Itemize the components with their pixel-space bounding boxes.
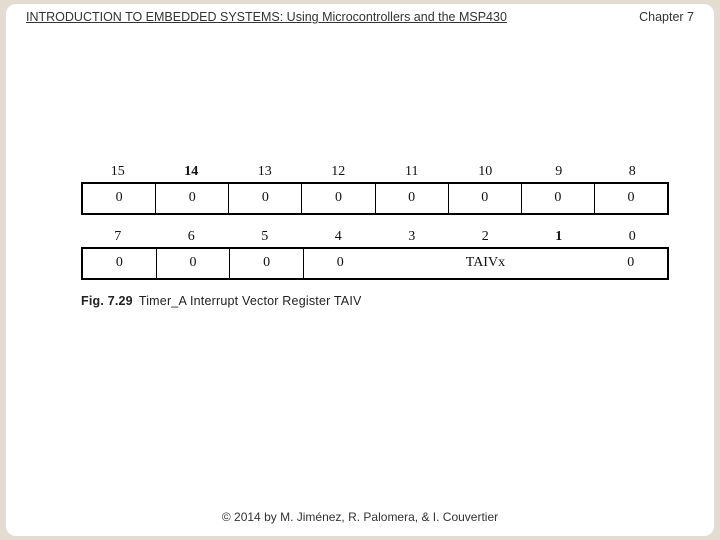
bit-value: 0 (155, 184, 228, 213)
figure-caption: Fig. 7.29 Timer_A Interrupt Vector Regist… (81, 294, 669, 308)
bit-label: 9 (522, 164, 596, 180)
register-figure: 15 14 13 12 11 10 9 8 0 0 0 0 0 0 0 0 7 … (81, 164, 669, 308)
copyright-text: © 2014 by M. Jiménez, R. Palomera, & I. … (222, 510, 498, 524)
bit-label: 14 (155, 164, 229, 180)
bit-label: 6 (155, 229, 229, 245)
upper-bit-values: 0 0 0 0 0 0 0 0 (81, 182, 669, 215)
bit-value: 0 (448, 184, 521, 213)
bit-label: 8 (596, 164, 670, 180)
bit-label: 11 (375, 164, 449, 180)
bit-value: 0 (594, 184, 667, 213)
chapter-label: Chapter 7 (639, 10, 694, 24)
bit-value: 0 (301, 184, 374, 213)
bit-label: 0 (596, 229, 670, 245)
bit-label: 2 (449, 229, 523, 245)
bit-label: 7 (81, 229, 155, 245)
row-gap (81, 215, 669, 229)
figure-caption-text: Timer_A Interrupt Vector Register TAIV (139, 294, 362, 308)
bit-value: 0 (228, 184, 301, 213)
slide-page: INTRODUCTION TO EMBEDDED SYSTEMS: Using … (6, 4, 714, 536)
slide-header: INTRODUCTION TO EMBEDDED SYSTEMS: Using … (26, 10, 694, 24)
bit-value: 0 (156, 249, 230, 278)
bit-value: 0 (83, 184, 155, 213)
bit-label: 10 (449, 164, 523, 180)
lower-bit-values: 0 0 0 0 TAIVx 0 (81, 247, 669, 280)
bit-value: 0 (83, 249, 156, 278)
upper-bit-labels: 15 14 13 12 11 10 9 8 (81, 164, 669, 180)
bit-value: 0 (303, 249, 377, 278)
bit-label: 12 (302, 164, 376, 180)
bit-label: 3 (375, 229, 449, 245)
book-title: INTRODUCTION TO EMBEDDED SYSTEMS: Using … (26, 10, 507, 24)
bit-label: 5 (228, 229, 302, 245)
bit-label: 1 (522, 229, 596, 245)
bit-value: 0 (375, 184, 448, 213)
bit-value: 0 (594, 249, 667, 278)
bit-label: 4 (302, 229, 376, 245)
lower-bit-labels: 7 6 5 4 3 2 1 0 (81, 229, 669, 245)
figure-number: Fig. 7.29 (81, 294, 133, 308)
bit-label: 15 (81, 164, 155, 180)
bit-value: 0 (229, 249, 303, 278)
bit-value: 0 (521, 184, 594, 213)
bit-label: 13 (228, 164, 302, 180)
slide-footer: © 2014 by M. Jiménez, R. Palomera, & I. … (6, 510, 714, 524)
taivx-field: TAIVx (377, 249, 595, 278)
